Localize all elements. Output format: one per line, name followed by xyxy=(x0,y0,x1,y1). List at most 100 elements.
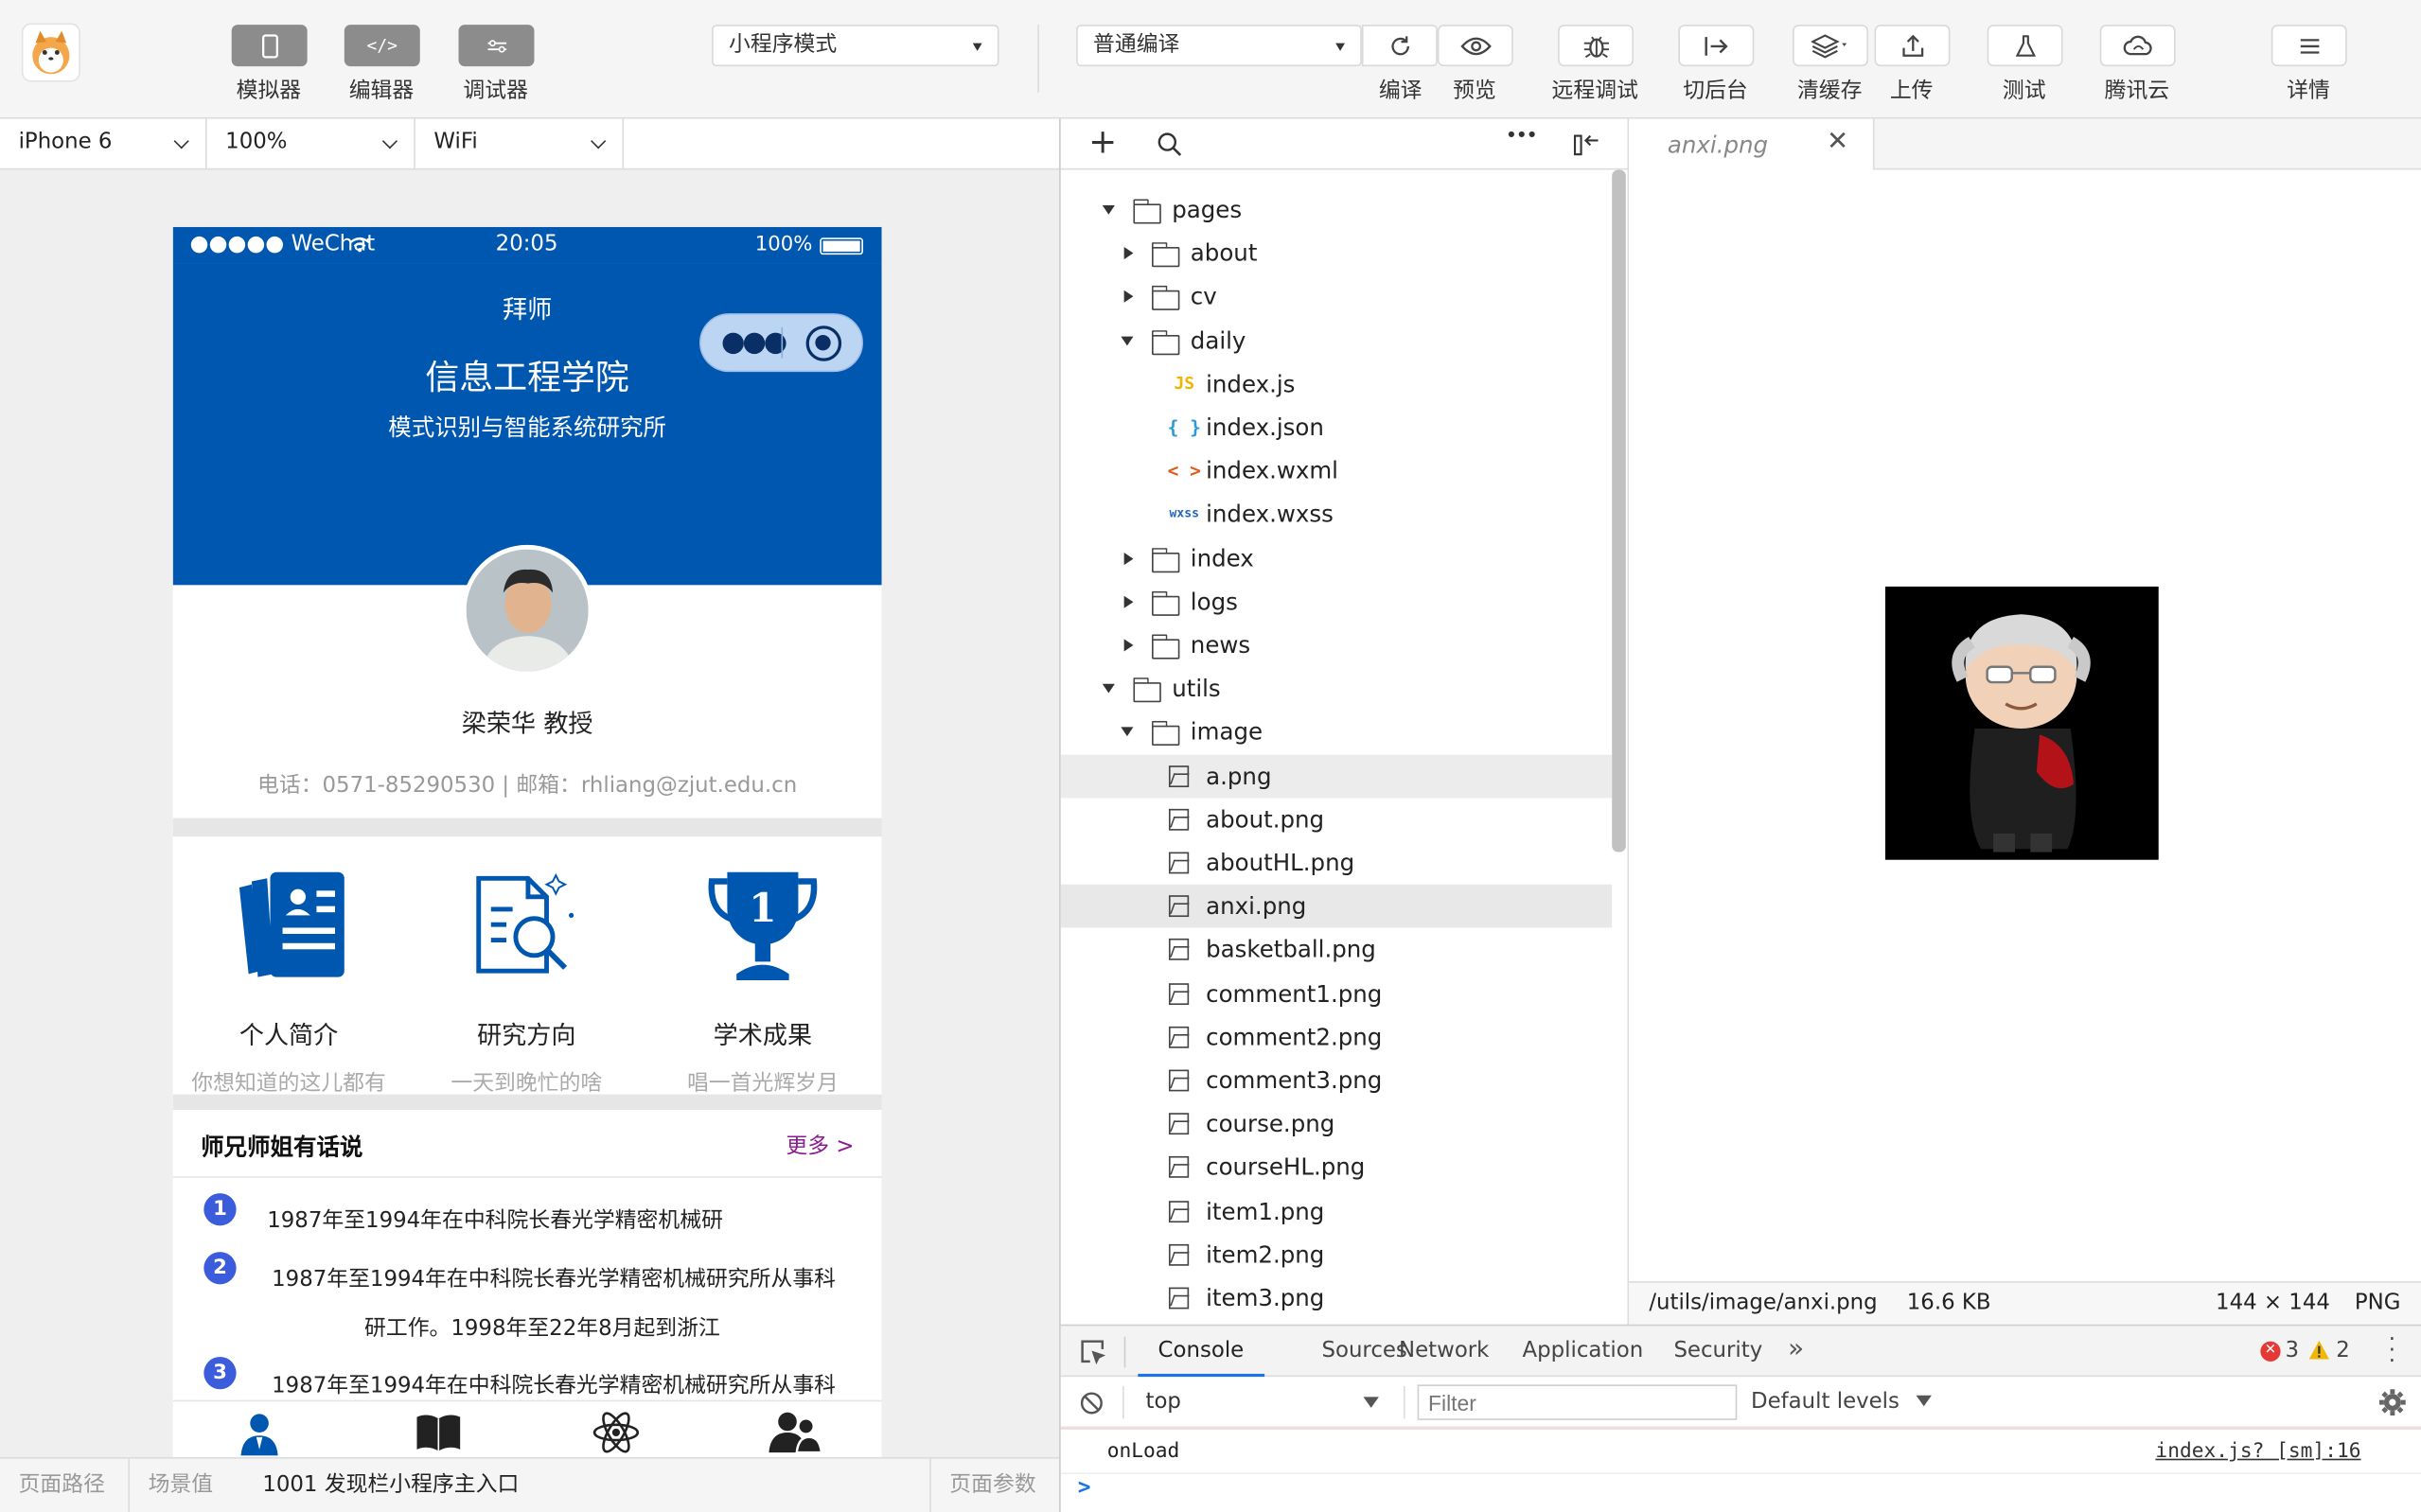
tree-file-item[interactable]: anxi.png xyxy=(1060,885,1613,928)
tree-folder-item[interactable]: pages xyxy=(1061,188,1612,232)
list-item[interactable]: 2 1987年至1994年在中科院长春光学精密机械研究所从事科 研工作。1998… xyxy=(173,1249,882,1347)
avatar[interactable] xyxy=(461,544,593,677)
editor-tab[interactable]: anxi.png ✕ xyxy=(1629,118,1875,170)
tree-item-label: item3.png xyxy=(1206,1284,1325,1312)
add-file-icon[interactable]: + xyxy=(1088,124,1117,163)
caret-right-icon[interactable] xyxy=(1123,639,1134,652)
close-icon[interactable]: ✕ xyxy=(1827,127,1848,158)
warning-count[interactable]: 2 xyxy=(2336,1338,2350,1363)
console-filter-input[interactable] xyxy=(1417,1384,1738,1420)
tree-file-item[interactable]: JS index.js xyxy=(1061,362,1612,406)
divider xyxy=(1403,1385,1405,1419)
tree-file-item[interactable]: aboutHL.png xyxy=(1061,841,1612,885)
tree-file-item[interactable]: a.png xyxy=(1060,754,1613,798)
tree-folder-item[interactable]: utils xyxy=(1061,667,1612,711)
tab-teacher-icon[interactable] xyxy=(237,1409,283,1456)
caret-right-icon[interactable] xyxy=(1123,552,1134,565)
tab-sources[interactable]: Sources xyxy=(1321,1326,1406,1377)
page-params-label[interactable]: 页面参数 xyxy=(949,1459,1035,1512)
tree-file-item[interactable]: wxss index.wxss xyxy=(1061,493,1612,536)
tree-file-item[interactable]: course.png xyxy=(1061,1102,1612,1146)
tree-file-item[interactable]: comment3.png xyxy=(1061,1059,1612,1102)
editor-toggle-button[interactable]: </> xyxy=(344,25,420,67)
notice-text: 1987年至1994年在中科院长春光学精密机械研究所从事科 xyxy=(272,1267,837,1292)
list-item[interactable]: 3 1987年至1994年在中科院长春光学精密机械研究所从事科 xyxy=(173,1357,882,1403)
tree-item-label: course.png xyxy=(1206,1110,1335,1138)
list-item[interactable]: 1 1987年至1994年在中科院长春光学精密机械研 xyxy=(173,1190,882,1246)
scene-value[interactable]: 1001 发现栏小程序主入口 xyxy=(262,1459,519,1512)
file-tree-scrollbar[interactable] xyxy=(1612,169,1626,853)
tree-file-item[interactable]: comment2.png xyxy=(1061,1015,1612,1059)
app-logo[interactable] xyxy=(21,23,80,82)
tree-folder-item[interactable]: index xyxy=(1061,536,1612,580)
tab-application[interactable]: Application xyxy=(1523,1326,1644,1377)
log-source-link[interactable]: index.js? [sm]:16 xyxy=(2155,1440,2360,1463)
more-options-icon[interactable]: ••• xyxy=(1506,125,1538,148)
log-levels-select[interactable]: Default levels xyxy=(1751,1383,1932,1422)
image-file-icon xyxy=(1168,895,1190,918)
caret-down-icon[interactable] xyxy=(1102,684,1115,694)
code-icon: </> xyxy=(366,35,398,56)
tree-folder-item[interactable]: about xyxy=(1061,232,1612,275)
tab-atom-icon[interactable] xyxy=(592,1409,641,1455)
caret-down-icon[interactable] xyxy=(1102,204,1115,215)
tree-file-item[interactable]: < > index.wxml xyxy=(1061,449,1612,493)
error-count[interactable]: 3 xyxy=(2285,1338,2299,1363)
tree-folder-item[interactable]: daily xyxy=(1061,319,1612,362)
tree-file-item[interactable]: basketball.png xyxy=(1061,928,1612,972)
tab-console[interactable]: Console xyxy=(1138,1326,1264,1378)
tab-security[interactable]: Security xyxy=(1673,1326,1762,1377)
tree-file-item[interactable]: about.png xyxy=(1061,798,1612,841)
tree-file-item[interactable]: item1.png xyxy=(1061,1189,1612,1233)
more-link[interactable]: 更多 > xyxy=(786,1130,854,1161)
caret-right-icon[interactable] xyxy=(1123,595,1134,608)
preview-button[interactable] xyxy=(1437,25,1513,67)
device-select[interactable]: iPhone 6 xyxy=(0,118,207,168)
upload-button[interactable] xyxy=(1874,25,1951,67)
caret-down-icon[interactable] xyxy=(1121,335,1134,345)
mode-select[interactable]: 小程序模式 xyxy=(712,25,999,67)
tree-file-item[interactable]: courseHL.png xyxy=(1061,1146,1612,1189)
tree-folder-item[interactable]: logs xyxy=(1061,580,1612,624)
collapse-panel-icon[interactable] xyxy=(1573,132,1600,158)
clear-console-icon[interactable] xyxy=(1079,1391,1104,1415)
tree-file-item[interactable]: item2.png xyxy=(1061,1233,1612,1276)
caret-down-icon[interactable] xyxy=(1121,728,1134,737)
remote-debug-label: 远程调试 xyxy=(1551,79,1638,104)
clear-cache-button[interactable] xyxy=(1793,25,1868,67)
tab-users-icon[interactable] xyxy=(769,1409,822,1455)
simulator-label: 模拟器 xyxy=(236,79,302,104)
image-file-icon xyxy=(1168,1113,1190,1135)
details-button[interactable] xyxy=(2271,25,2347,67)
tencent-cloud-button[interactable] xyxy=(2099,25,2176,67)
page-path-label[interactable]: 页面路径 xyxy=(19,1459,105,1512)
network-select[interactable]: WiFi xyxy=(415,118,625,168)
background-button[interactable] xyxy=(1678,25,1755,67)
tab-network[interactable]: Network xyxy=(1399,1326,1489,1377)
inspect-element-icon[interactable] xyxy=(1079,1338,1106,1365)
settings-gear-icon[interactable] xyxy=(2377,1388,2407,1417)
search-icon[interactable] xyxy=(1157,132,1183,158)
kebab-menu-icon[interactable]: · · · xyxy=(2389,1329,2395,1373)
compile-mode-select[interactable]: 普通编译 xyxy=(1076,25,1362,67)
tree-folder-item[interactable]: cv xyxy=(1061,275,1612,319)
console-prompt[interactable]: > xyxy=(1078,1476,1091,1501)
context-select[interactable]: top xyxy=(1130,1383,1392,1422)
more-tabs-icon[interactable]: » xyxy=(1788,1334,1804,1365)
tree-file-item[interactable]: comment1.png xyxy=(1061,972,1612,1015)
simulator-toggle-button[interactable] xyxy=(231,25,308,67)
test-button[interactable] xyxy=(1987,25,2063,67)
tree-file-item[interactable]: { } index.json xyxy=(1061,406,1612,449)
tree-folder-item[interactable]: image xyxy=(1061,711,1612,754)
tab-book-icon[interactable] xyxy=(414,1411,463,1454)
wifi-icon xyxy=(349,237,370,253)
debugger-toggle-button[interactable] xyxy=(458,25,535,67)
remote-debug-button[interactable] xyxy=(1558,25,1635,67)
zoom-select[interactable]: 100% xyxy=(207,118,415,168)
caret-right-icon[interactable] xyxy=(1123,247,1134,260)
tree-folder-item[interactable]: news xyxy=(1061,624,1612,667)
card-title: 个人简介 xyxy=(239,1020,339,1050)
compile-button[interactable] xyxy=(1361,25,1438,67)
tree-file-item[interactable]: item3.png xyxy=(1061,1276,1612,1320)
caret-right-icon[interactable] xyxy=(1123,290,1134,304)
